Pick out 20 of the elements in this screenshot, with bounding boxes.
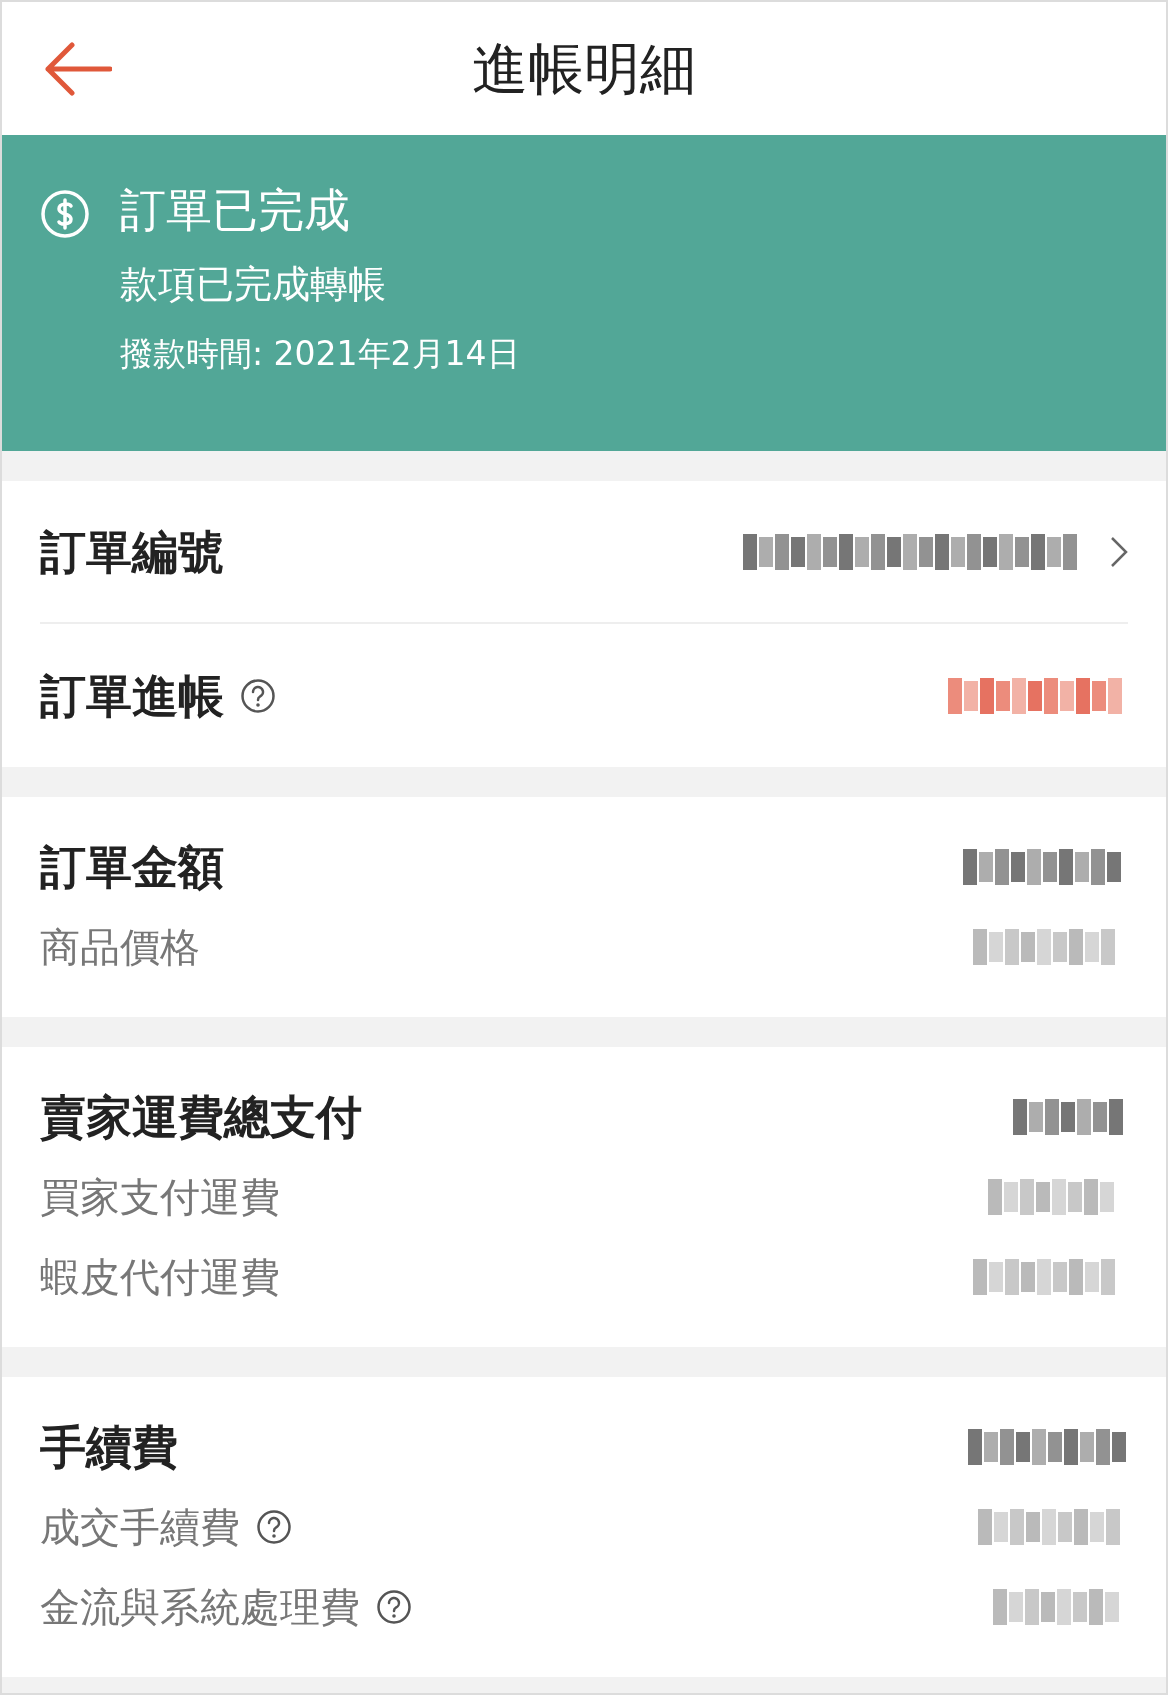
row-label: 賣家運費總支付 (40, 1094, 362, 1140)
row-label: 訂單進帳 (40, 672, 224, 719)
row-label: 訂單編號 (40, 528, 224, 575)
help-icon[interactable] (376, 1589, 412, 1625)
help-icon[interactable] (240, 677, 276, 714)
dollar-icon (40, 189, 90, 239)
status-message: 款項已完成轉帳 (120, 265, 387, 303)
sub-row-label: 成交手續費 (40, 1507, 240, 1547)
status-title: 訂單已完成 (120, 187, 351, 233)
payout-date: 撥款時間: 2021年2月14日 (120, 337, 520, 370)
sub-row-label: 買家支付運費 (40, 1177, 280, 1217)
sub-row-label: 蝦皮代付運費 (40, 1257, 280, 1297)
sub-row-label: 金流與系統處理費 (40, 1587, 360, 1627)
row-label: 手續費 (40, 1424, 178, 1470)
page-title: 進帳明細 (472, 40, 696, 97)
help-icon[interactable] (256, 1509, 292, 1545)
row-label: 訂單金額 (40, 844, 224, 890)
sub-row-label: 商品價格 (40, 927, 200, 967)
back-arrow-icon[interactable] (44, 42, 112, 96)
chevron-right-icon[interactable] (1110, 535, 1128, 568)
